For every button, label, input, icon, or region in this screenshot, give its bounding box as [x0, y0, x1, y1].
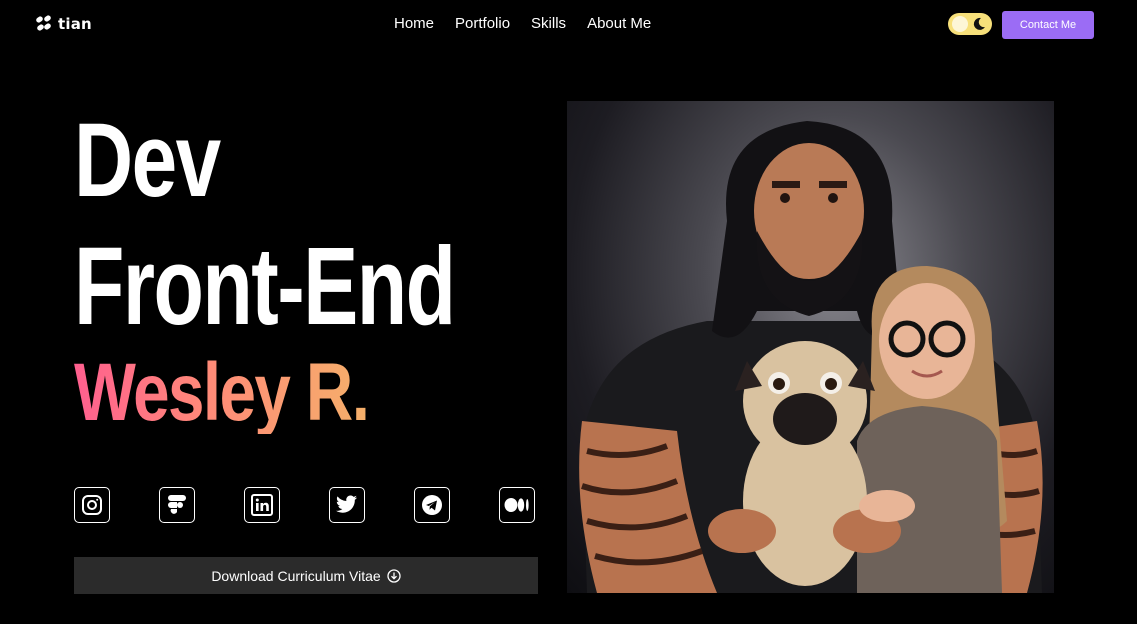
logo[interactable]: tian — [34, 14, 92, 34]
hero-name: Wesley R. — [74, 347, 370, 438]
contact-me-button[interactable]: Contact Me — [1002, 11, 1094, 39]
twitter-icon[interactable] — [329, 487, 365, 523]
figma-icon[interactable] — [159, 487, 195, 523]
nav-link-skills[interactable]: Skills — [531, 15, 566, 32]
nav-link-portfolio[interactable]: Portfolio — [455, 15, 510, 32]
theme-toggle[interactable] — [948, 13, 992, 35]
logo-text: tian — [58, 15, 92, 33]
top-navbar: tian Home Portfolio Skills About Me Cont… — [0, 0, 1137, 48]
medium-icon[interactable] — [499, 487, 535, 523]
instagram-icon[interactable] — [74, 487, 110, 523]
nav-link-home[interactable]: Home — [394, 15, 434, 32]
nav-link-about-me[interactable]: About Me — [587, 15, 651, 32]
nav-links: Home Portfolio Skills About Me — [394, 15, 651, 32]
telegram-icon[interactable] — [414, 487, 450, 523]
hero-title-line-1: Dev — [74, 102, 221, 219]
download-cv-label: Download Curriculum Vitae — [211, 567, 381, 584]
logo-icon — [36, 15, 51, 31]
download-cv-button[interactable]: Download Curriculum Vitae — [74, 557, 538, 594]
moon-icon — [973, 17, 985, 30]
social-links — [74, 487, 535, 523]
toggle-knob — [952, 16, 968, 32]
download-icon — [387, 568, 401, 583]
hero-title-line-2: Front-End — [74, 225, 456, 348]
linkedin-icon[interactable] — [244, 487, 280, 523]
profile-illustration — [567, 101, 1054, 593]
